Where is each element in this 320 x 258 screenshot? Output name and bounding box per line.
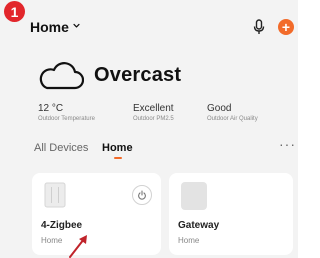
chevron-down-icon <box>73 23 80 28</box>
device-room: Home <box>178 236 200 245</box>
outdoor-pm25-stat: Excellent Outdoor PM2.5 <box>133 103 174 122</box>
microphone-button[interactable] <box>252 18 266 36</box>
add-icon: + <box>281 19 291 35</box>
stat-value: Excellent <box>133 103 174 114</box>
device-name: 4-Zigbee <box>41 220 83 231</box>
device-card-4-zigbee[interactable]: 4-Zigbee Home <box>32 173 161 255</box>
stat-label: Outdoor PM2.5 <box>133 116 174 122</box>
stat-value: Good <box>207 103 232 114</box>
stat-label: Outdoor Temperature <box>38 116 95 122</box>
home-selector-label: Home <box>30 19 69 35</box>
gateway-icon <box>181 182 207 210</box>
stat-label: Outdoor Air Quality <box>207 116 258 122</box>
device-name: Gateway <box>178 220 220 231</box>
power-icon <box>138 190 146 200</box>
zigbee-device-icon <box>44 182 66 208</box>
device-room: Home <box>41 236 63 245</box>
weather-condition: Overcast <box>94 64 182 86</box>
app-screen: 1 Home + Overcast 12 °C Outdoor Temperat… <box>0 0 298 258</box>
power-toggle-button[interactable] <box>132 185 152 205</box>
microphone-icon <box>253 19 265 34</box>
annotation-arrow-icon <box>69 235 87 258</box>
cloud-icon <box>39 62 84 90</box>
stat-value: 12 °C <box>38 103 64 114</box>
add-device-button[interactable]: + <box>278 19 294 35</box>
outdoor-temperature-stat: 12 °C Outdoor Temperature <box>38 103 95 122</box>
more-options-button[interactable]: ··· <box>279 136 296 152</box>
tab-home[interactable]: Home <box>102 142 133 154</box>
device-card-gateway[interactable]: Gateway Home <box>169 173 293 255</box>
tab-all-devices[interactable]: All Devices <box>34 142 88 154</box>
home-selector[interactable]: Home <box>30 19 80 35</box>
step-number-badge: 1 <box>4 1 25 22</box>
active-tab-indicator <box>114 157 122 159</box>
outdoor-air-quality-stat: Good Outdoor Air Quality <box>207 103 258 122</box>
